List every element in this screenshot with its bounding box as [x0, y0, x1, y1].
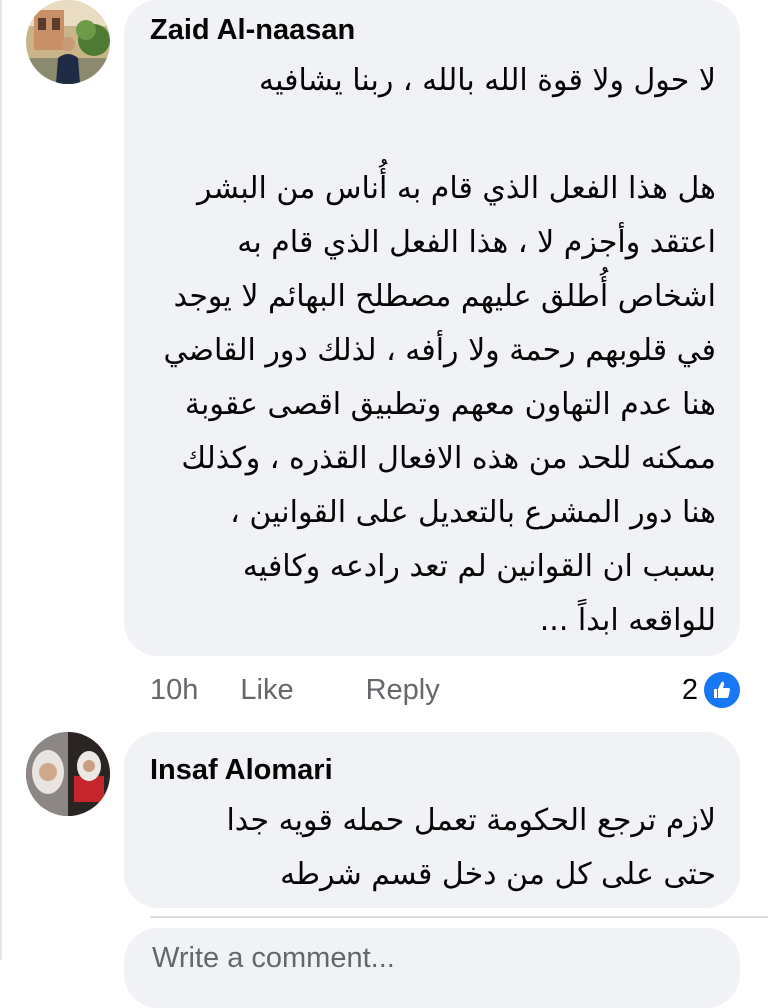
comment-bubble: Insaf Alomari لازم ترجع الحكومة تعمل حمل… — [124, 732, 740, 908]
comment-line: اعتقد وأجزم لا ، هذا الفعل الذي قام به — [237, 225, 716, 260]
comment-line: بسبب ان القوانين لم تعد رادعه وكافيه — [242, 549, 716, 584]
comment-input[interactable]: Write a comment... — [124, 928, 740, 1008]
like-thumb-icon — [702, 670, 742, 710]
comment-line: هنا عدم التهاون معهم وتطبيق اقصى عقوبة — [184, 387, 716, 422]
comment-line: في قلوبهم رحمة ولا رأفه ، لذلك دور القاض… — [163, 333, 716, 368]
reaction-summary[interactable]: 2 — [682, 670, 742, 710]
comment-line: لا حول ولا قوة الله بالله ، ربنا يشافيه — [259, 63, 716, 98]
comment-bubble: Zaid Al-naasan لا حول ولا قوة الله بالله… — [124, 0, 740, 656]
reaction-count: 2 — [681, 673, 698, 706]
reply-button[interactable]: Reply — [366, 674, 440, 707]
comment-line: ممكنه للحد من هذه الافعال القذره ، وكذلك — [181, 441, 716, 476]
comment-text: لازم ترجع الحكومة تعمل حمله قويه جدا حتى… — [150, 794, 716, 902]
avatar[interactable] — [26, 0, 110, 84]
comment-line: هنا دور المشرع بالتعديل على القوانين ، — [230, 495, 716, 530]
comment-line: لازم ترجع الحكومة تعمل حمله قويه جدا — [226, 803, 716, 838]
avatar-photo-icon — [26, 732, 110, 816]
comment-line: حتى على كل من دخل قسم شرطه — [280, 857, 716, 892]
divider — [150, 916, 768, 918]
comment-line — [150, 108, 716, 162]
left-border — [0, 0, 2, 960]
comment-line: للواقعه ابداً ... — [539, 603, 716, 638]
avatar[interactable] — [26, 732, 110, 816]
comment-text: لا حول ولا قوة الله بالله ، ربنا يشافيه … — [150, 54, 716, 648]
comment-actions: 10h Like Reply — [150, 668, 440, 712]
comment-line: اشخاص أُطلق عليهم مصطلح البهائم لا يوجد — [173, 279, 716, 314]
comment-author-name[interactable]: Zaid Al-naasan — [150, 14, 355, 47]
comment-line: هل هذا الفعل الذي قام به أُناس من البشر — [197, 171, 716, 206]
like-button[interactable]: Like — [240, 674, 293, 707]
comment-input-placeholder: Write a comment... — [152, 942, 395, 974]
comment-author-name[interactable]: Insaf Alomari — [150, 754, 333, 787]
avatar-photo-icon — [26, 0, 110, 84]
comment-timestamp[interactable]: 10h — [150, 674, 198, 707]
